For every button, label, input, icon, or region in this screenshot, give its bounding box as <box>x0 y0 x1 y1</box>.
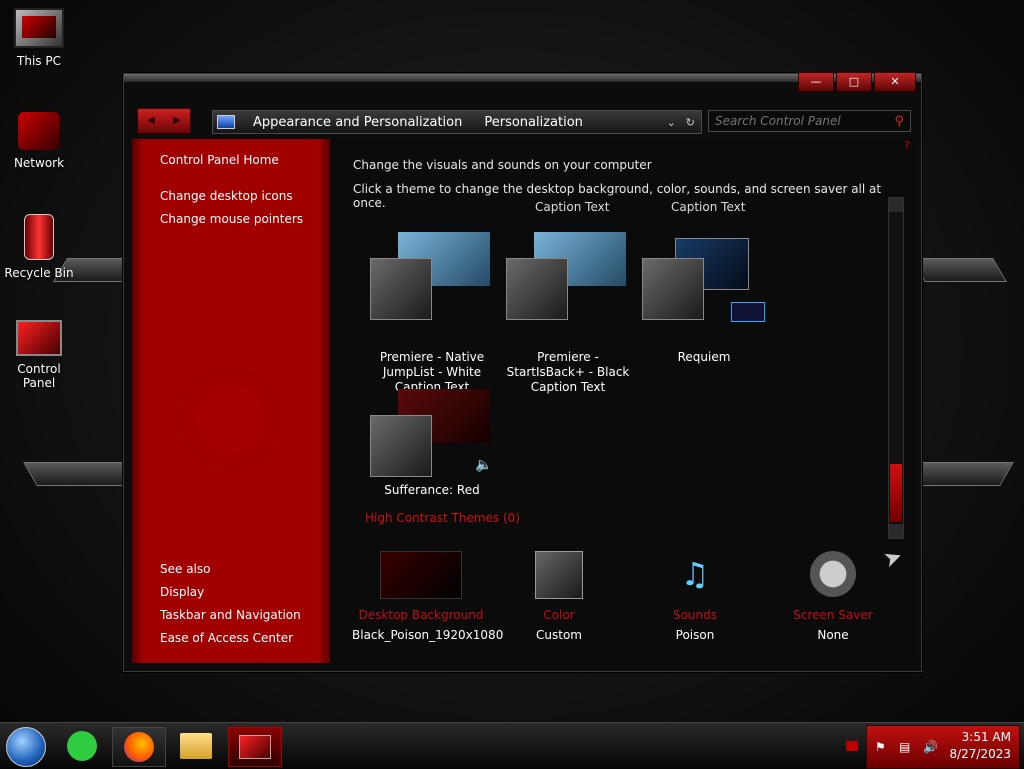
speaker-icon: 🔈 <box>475 457 493 473</box>
desktop-decor <box>911 258 1007 282</box>
volume-icon[interactable]: 🔊 <box>923 740 938 754</box>
network-icon[interactable]: ▤ <box>899 740 910 754</box>
emblem-watermark <box>170 359 290 479</box>
sidebar-ease-of-access[interactable]: Ease of Access Center <box>160 631 293 645</box>
theme-color-swatch <box>370 415 432 477</box>
wallpaper-thumb <box>380 551 462 599</box>
sidebar-taskbar-navigation[interactable]: Taskbar and Navigation <box>160 608 301 622</box>
color-setting[interactable]: Color Custom <box>490 551 628 642</box>
flag-icon[interactable]: ⚑ <box>875 740 886 754</box>
taskbar-app-chat[interactable] <box>56 727 108 765</box>
partial-caption: Caption Text <box>535 200 610 214</box>
partial-caption: Caption Text <box>671 200 746 214</box>
taskbar-app-file-explorer[interactable] <box>170 727 222 765</box>
page-heading: Change the visuals and sounds on your co… <box>353 158 652 172</box>
color-swatch <box>535 551 583 599</box>
search-input[interactable] <box>715 114 880 128</box>
sounds-setting[interactable]: ♫ Sounds Poison <box>626 551 764 642</box>
maximize-button[interactable]: □ <box>836 72 872 92</box>
taskbar-app-control-panel[interactable] <box>228 727 282 767</box>
caption-buttons: — □ ✕ <box>798 72 916 92</box>
forward-arrow-icon[interactable]: ▶ <box>164 109 190 133</box>
breadcrumb-appearance[interactable]: Appearance and Personalization <box>253 115 462 130</box>
address-bar[interactable]: Appearance and Personalization Personali… <box>212 110 702 134</box>
high-contrast-themes-link[interactable]: High Contrast Themes (0) <box>365 511 520 525</box>
sidebar-change-desktop-icons[interactable]: Change desktop icons <box>160 189 293 203</box>
search-box: ⚲ <box>708 110 911 132</box>
desktop-icon-network[interactable]: Network <box>1 112 77 170</box>
chevron-down-icon[interactable]: ⌄ <box>667 116 676 129</box>
clock[interactable]: 3:51 AM 8/27/2023 <box>949 729 1011 763</box>
search-icon[interactable]: ⚲ <box>894 114 904 129</box>
theme-settings-bar: Desktop Background Black_Poison_1920x108… <box>330 551 915 651</box>
theme-color-swatch <box>642 258 704 320</box>
see-also-heading: See also <box>160 562 211 576</box>
monitor-icon <box>14 8 64 48</box>
close-button[interactable]: ✕ <box>874 72 916 92</box>
folder-icon <box>180 733 212 759</box>
scroll-thumb[interactable] <box>890 464 902 522</box>
taskbar: ⚑ ▤ 🔊 3:51 AM 8/27/2023 <box>0 722 1024 769</box>
vertical-scrollbar[interactable] <box>888 197 904 539</box>
personalization-window: — □ ✕ ◀ ▶ Appearance and Personalization… <box>123 72 922 672</box>
content-pane: ? Change the visuals and sounds on your … <box>330 139 915 663</box>
desktop-decor <box>23 462 139 486</box>
scroll-up-button[interactable] <box>889 198 903 212</box>
music-notes-icon: ♫ <box>680 555 710 593</box>
sidebar: Control Panel Home Change desktop icons … <box>132 139 330 663</box>
scroll-down-button[interactable] <box>889 524 903 538</box>
nav-buttons: ◀ ▶ <box>137 108 191 134</box>
theme-color-swatch <box>506 258 568 320</box>
desktop-icon-control-panel[interactable]: Control Panel <box>1 320 77 390</box>
desktop-icon-this-pc[interactable]: This PC <box>1 8 77 68</box>
control-panel-icon <box>217 115 235 129</box>
back-arrow-icon[interactable]: ◀ <box>138 109 164 133</box>
sidebar-control-panel-home[interactable]: Control Panel Home <box>160 153 279 167</box>
desktop-background-setting[interactable]: Desktop Background Black_Poison_1920x108… <box>352 551 503 642</box>
page-subheading: Click a theme to change the desktop back… <box>353 182 882 210</box>
firefox-icon <box>124 732 154 762</box>
theme-color-swatch <box>370 258 432 320</box>
theme-sound-icon <box>731 302 765 322</box>
taskbar-app-firefox[interactable] <box>112 727 166 767</box>
breadcrumb-personalization[interactable]: Personalization <box>484 115 583 130</box>
sidebar-display[interactable]: Display <box>160 585 204 599</box>
minimize-button[interactable]: — <box>798 72 834 92</box>
system-tray: ⚑ ▤ 🔊 3:51 AM 8/27/2023 <box>866 725 1020 769</box>
refresh-icon[interactable]: ↻ <box>686 116 695 129</box>
notification-icon[interactable] <box>846 741 858 751</box>
desktop-icon-recycle-bin[interactable]: Recycle Bin <box>1 214 77 280</box>
chat-icon <box>67 731 97 761</box>
control-panel-icon <box>239 735 271 759</box>
help-icon[interactable]: ? <box>904 139 910 152</box>
start-button[interactable] <box>6 727 46 767</box>
control-panel-icon <box>16 320 62 356</box>
recycle-bin-icon <box>24 214 54 260</box>
screen-saver-setting[interactable]: Screen Saver None <box>764 551 902 642</box>
network-icon <box>18 112 60 150</box>
sidebar-change-mouse-pointers[interactable]: Change mouse pointers <box>160 212 303 226</box>
screen-saver-icon <box>810 551 856 597</box>
